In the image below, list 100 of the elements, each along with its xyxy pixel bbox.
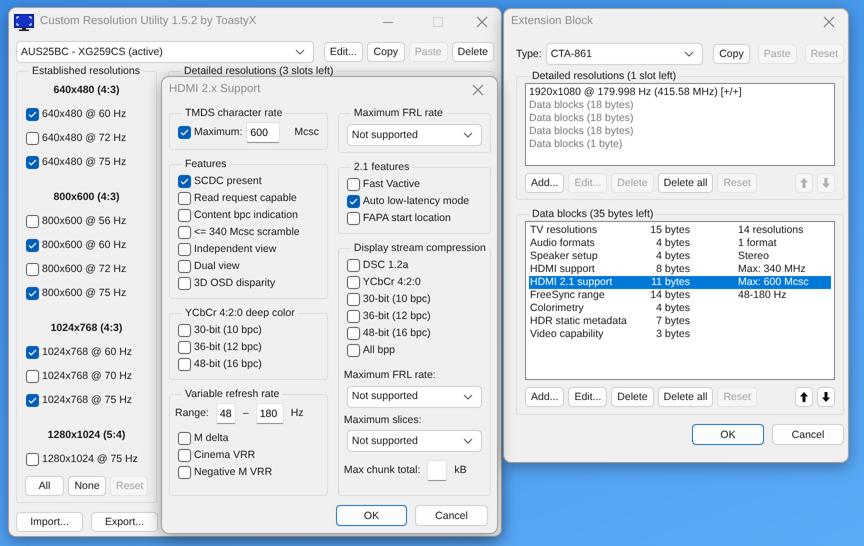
checkbox[interactable] xyxy=(26,452,39,466)
cancel-button[interactable]: Cancel xyxy=(415,505,488,526)
move-down-button[interactable] xyxy=(817,387,835,407)
list-item[interactable]: 1920x1080 @ 179.998 Hz (415.58 MHz) [+/+] xyxy=(529,86,831,99)
checkbox-label[interactable]: 640x480 @ 75 Hz xyxy=(42,156,126,168)
copy-button[interactable]: Copy xyxy=(366,42,405,62)
checkbox[interactable] xyxy=(346,344,360,357)
checkbox[interactable] xyxy=(178,243,191,256)
checkbox-label[interactable]: 3D OSD disparity xyxy=(194,277,276,290)
checkbox[interactable] xyxy=(178,466,191,479)
delete-all-button[interactable]: Delete all xyxy=(658,173,714,193)
delete-all-button[interactable]: Delete all xyxy=(658,387,714,407)
checkbox-label[interactable]: 1024x768 @ 70 Hz xyxy=(42,370,132,382)
list-row[interactable]: TV resolutions 15 bytes 14 resolutions xyxy=(529,224,831,237)
checkbox-label[interactable]: Maximum: xyxy=(194,126,242,139)
checkbox-label[interactable]: 800x600 @ 60 Hz xyxy=(42,238,126,252)
checkbox-label[interactable]: 1024x768 @ 75 Hz xyxy=(42,394,132,406)
edit-button[interactable]: Edit... xyxy=(324,42,363,62)
list-item[interactable]: Data blocks (18 bytes) xyxy=(529,99,831,112)
checkbox-label[interactable]: Content bpc indication xyxy=(194,209,298,222)
list-row[interactable]: Video capability 3 bytes xyxy=(529,328,831,341)
list-item[interactable]: Data blocks (1 byte) xyxy=(529,138,831,151)
cancel-button[interactable]: Cancel xyxy=(772,424,844,445)
checkbox-label[interactable]: Fast Vactive xyxy=(362,178,420,191)
checkbox-label[interactable]: 1024x768 @ 60 Hz xyxy=(42,346,132,358)
checkbox-label[interactable]: M delta xyxy=(194,432,228,445)
checkbox-label[interactable]: Dual view xyxy=(194,260,240,273)
add-button[interactable]: Add... xyxy=(525,173,564,193)
checkbox[interactable] xyxy=(26,156,39,168)
checkbox[interactable] xyxy=(178,260,191,273)
checkbox-label[interactable]: Cinema VRR xyxy=(194,449,256,462)
export-button[interactable]: Export... xyxy=(91,512,158,532)
checkbox[interactable] xyxy=(26,132,39,144)
list-row[interactable]: HDMI 2.1 support 11 bytes Max: 600 Mcsc xyxy=(529,276,831,289)
close-icon[interactable] xyxy=(823,16,835,28)
copy-button[interactable]: Copy xyxy=(713,44,750,64)
option-dropdown[interactable]: Not supported xyxy=(346,386,482,408)
checkbox[interactable] xyxy=(178,432,191,445)
checkbox-label[interactable]: Negative M VRR xyxy=(194,466,272,479)
checkbox[interactable] xyxy=(346,293,360,306)
checkbox[interactable] xyxy=(346,178,360,191)
close-icon[interactable] xyxy=(472,84,484,96)
checkbox[interactable] xyxy=(346,212,360,225)
checkbox-label[interactable]: 36-bit (12 bpc) xyxy=(194,341,262,354)
close-icon[interactable] xyxy=(476,16,488,28)
checkbox-label[interactable]: 640x480 @ 72 Hz xyxy=(42,132,126,144)
checkbox[interactable] xyxy=(26,346,39,358)
checkbox[interactable] xyxy=(346,327,360,340)
checkbox-label[interactable]: Independent view xyxy=(194,243,276,256)
min-field[interactable]: 48 xyxy=(216,403,236,424)
checkbox-label[interactable]: 800x600 @ 72 Hz xyxy=(42,262,126,276)
type-dropdown[interactable]: CTA-861 xyxy=(546,43,704,65)
none-button[interactable]: None xyxy=(68,476,106,496)
chunk-field[interactable] xyxy=(427,460,448,482)
checkbox-label[interactable]: 48-bit (16 bpc) xyxy=(362,327,431,340)
checkbox-label[interactable]: DSC 1.2a xyxy=(362,259,408,272)
rate-field[interactable]: 600 xyxy=(246,122,280,143)
list-row[interactable]: Colorimetry 4 bytes xyxy=(529,302,831,315)
checkbox[interactable] xyxy=(26,214,39,228)
checkbox[interactable] xyxy=(26,370,39,382)
checkbox-label[interactable]: All bpp xyxy=(362,344,396,357)
checkbox-label[interactable]: Read request capable xyxy=(194,192,297,205)
checkbox[interactable] xyxy=(26,394,39,406)
ok-button[interactable]: OK xyxy=(692,424,764,445)
checkbox-label[interactable]: 36-bit (12 bpc) xyxy=(362,310,431,323)
checkbox-label[interactable]: 800x600 @ 56 Hz xyxy=(42,214,126,228)
list-row[interactable]: Speaker setup 4 bytes Stereo xyxy=(529,250,831,263)
checkbox[interactable] xyxy=(178,277,191,290)
option-dropdown[interactable]: Not supported xyxy=(346,430,482,452)
checkbox-label[interactable]: 1280x1024 @ 75 Hz xyxy=(42,452,138,466)
checkbox[interactable] xyxy=(178,226,191,239)
checkbox[interactable] xyxy=(178,175,191,188)
list-row[interactable]: FreeSync range 14 bytes 48-180 Hz xyxy=(529,289,831,302)
checkbox-label[interactable]: <= 340 Mcsc scramble xyxy=(194,226,300,239)
checkbox[interactable] xyxy=(178,192,191,205)
list-row[interactable]: HDMI support 8 bytes Max: 340 MHz xyxy=(529,263,831,276)
add-button[interactable]: Add... xyxy=(525,387,564,407)
list-item[interactable]: Data blocks (18 bytes) xyxy=(529,112,831,125)
checkbox[interactable] xyxy=(346,310,360,323)
checkbox[interactable] xyxy=(178,209,191,222)
checkbox[interactable] xyxy=(178,126,191,139)
import-button[interactable]: Import... xyxy=(16,512,83,532)
checkbox[interactable] xyxy=(178,449,191,462)
delete-button[interactable]: Delete xyxy=(452,42,494,62)
checkbox-label[interactable]: SCDC present xyxy=(194,175,262,188)
checkbox[interactable] xyxy=(26,238,39,252)
checkbox[interactable] xyxy=(178,324,191,337)
max-field[interactable]: 180 xyxy=(256,403,284,424)
checkbox[interactable] xyxy=(346,276,360,289)
checkbox[interactable] xyxy=(26,262,39,276)
checkbox[interactable] xyxy=(346,195,360,208)
checkbox[interactable] xyxy=(26,286,39,300)
list-item[interactable]: Data blocks (18 bytes) xyxy=(529,125,831,138)
checkbox-label[interactable]: 48-bit (16 bpc) xyxy=(194,358,262,371)
checkbox-label[interactable]: 30-bit (10 bpc) xyxy=(194,324,262,337)
move-up-button[interactable] xyxy=(795,387,813,407)
checkbox-label[interactable]: 800x600 @ 75 Hz xyxy=(42,286,126,300)
delete-button[interactable]: Delete xyxy=(611,387,654,407)
edit-button[interactable]: Edit... xyxy=(568,387,608,407)
all-button[interactable]: All xyxy=(25,476,64,496)
